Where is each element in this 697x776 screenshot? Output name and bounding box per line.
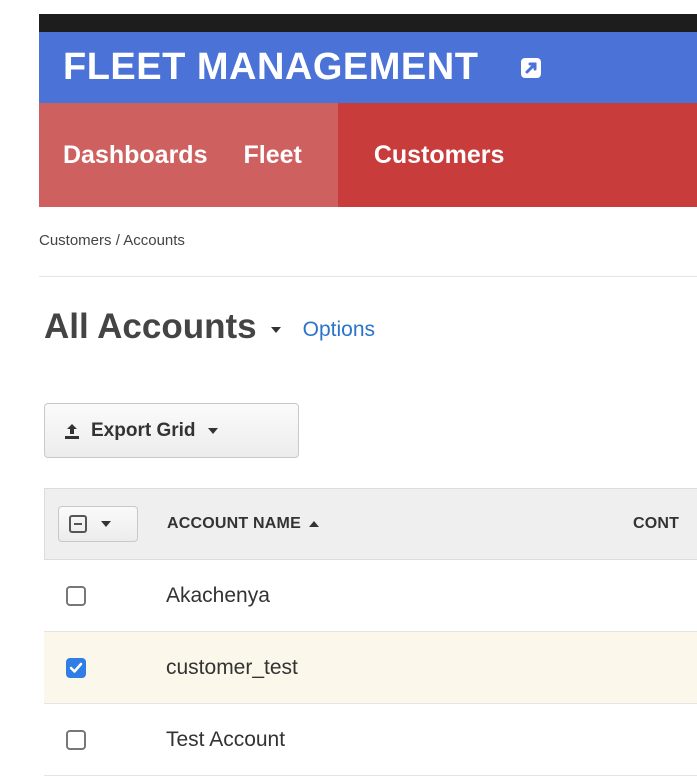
table-row[interactable]: customer_test (44, 632, 697, 704)
sort-ascending-icon (308, 521, 319, 527)
column-header-account-name[interactable]: ACCOUNT NAME (167, 515, 319, 533)
external-link-icon[interactable] (518, 55, 544, 81)
nav-customers[interactable]: Customers (337, 103, 697, 207)
select-all-dropdown[interactable] (58, 506, 138, 542)
breadcrumb-separator: / (111, 232, 124, 249)
row-checkbox[interactable] (66, 729, 86, 750)
breadcrumb-customers[interactable]: Customers (39, 232, 112, 249)
breadcrumb: Customers / Accounts (39, 232, 185, 249)
account-name-cell[interactable]: customer_test (166, 656, 298, 680)
account-name-cell[interactable]: Akachenya (166, 584, 270, 608)
account-name-cell[interactable]: Test Account (166, 728, 285, 752)
chevron-down-icon (101, 521, 111, 527)
page-title[interactable]: All Accounts (44, 307, 257, 347)
page-title-bar: All Accounts Options (44, 307, 375, 347)
grid-header: ACCOUNT NAME CONT (44, 488, 697, 560)
column-header-contact[interactable]: CONT (633, 515, 679, 533)
breadcrumb-accounts: Accounts (123, 232, 185, 249)
row-checkbox[interactable] (66, 657, 86, 678)
accounts-grid: ACCOUNT NAME CONT Akachenya customer_tes… (44, 488, 697, 776)
export-grid-label: Export Grid (91, 419, 196, 441)
upload-icon (65, 423, 79, 439)
table-row[interactable]: Akachenya (44, 560, 697, 632)
partial-select-checkbox-icon (69, 515, 87, 533)
app-title: FLEET MANAGEMENT (63, 46, 479, 88)
app-header: FLEET MANAGEMENT (39, 32, 697, 103)
checkmark-icon (69, 662, 83, 673)
header-divider (39, 276, 697, 277)
chevron-down-icon (207, 427, 218, 434)
main-nav: Dashboards Fleet Customers (39, 103, 697, 207)
options-link[interactable]: Options (303, 318, 375, 342)
table-row[interactable]: Test Account (44, 704, 697, 776)
nav-dashboards[interactable]: Dashboards (39, 103, 243, 207)
export-grid-button[interactable]: Export Grid (44, 403, 299, 458)
top-strip (39, 14, 697, 32)
view-dropdown-caret-icon[interactable] (270, 327, 281, 333)
column-header-label: ACCOUNT NAME (167, 515, 301, 532)
nav-fleet[interactable]: Fleet (243, 103, 337, 207)
row-checkbox[interactable] (66, 585, 86, 606)
